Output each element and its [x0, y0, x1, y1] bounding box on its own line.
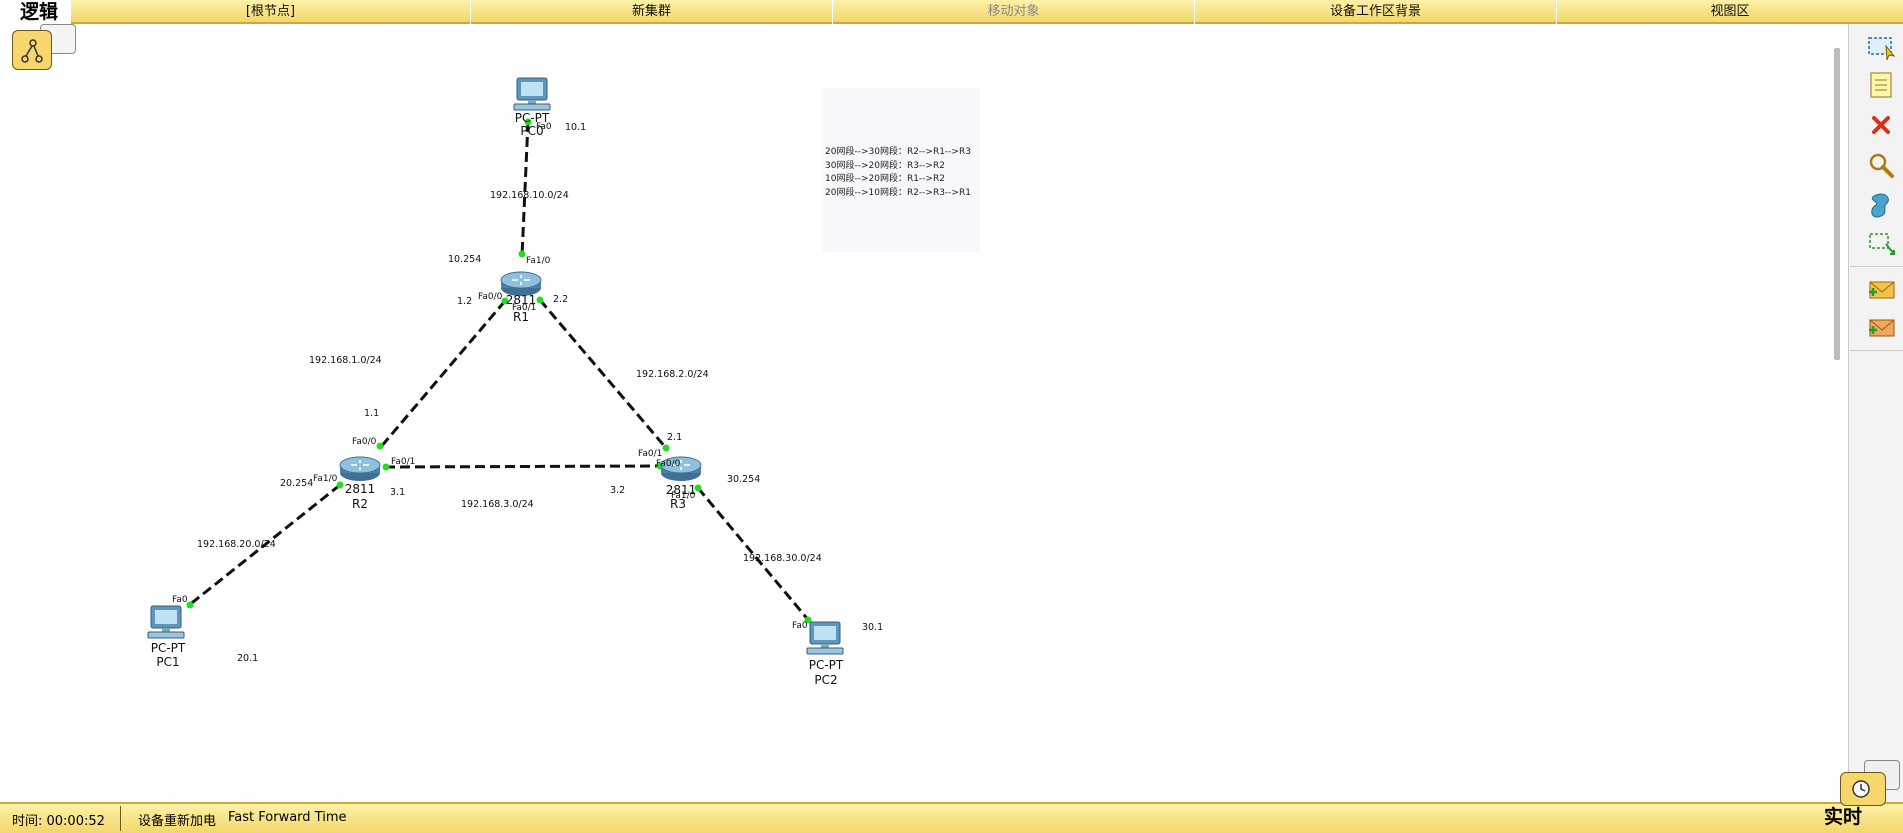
link-pc0-r1[interactable]: [520, 121, 530, 257]
status-divider: [120, 806, 121, 831]
logical-mode-title: 逻辑: [0, 0, 70, 24]
inspect-icon[interactable]: [1866, 150, 1896, 180]
draw-shape-icon[interactable]: [1866, 190, 1896, 220]
delete-icon[interactable]: [1866, 110, 1896, 140]
tool-divider: [1850, 266, 1903, 267]
port-label: Fa0/1: [512, 303, 536, 313]
address-label: 20.1: [237, 653, 258, 664]
top-toolbar: 逻辑 [根节点] 新集群 移动对象 设备工作区背景 视图区: [0, 0, 1903, 24]
realtime-mode-label: 实时: [1823, 806, 1862, 828]
router-icon: [339, 456, 381, 482]
pc-icon: [147, 605, 185, 639]
network-labels: 192.168.10.0/24 192.168.1.0/24 192.168.2…: [197, 190, 822, 564]
pc-icon: [806, 621, 844, 655]
address-label: 30.254: [727, 474, 760, 485]
address-label: 10.254: [448, 254, 481, 265]
new-cluster-button[interactable]: 新集群: [470, 0, 832, 24]
r2-name-label: R2: [352, 497, 368, 511]
workspace-scrollbar[interactable]: [1834, 48, 1840, 360]
pc1[interactable]: PC-PT PC1: [147, 605, 186, 669]
network-label: 192.168.3.0/24: [461, 499, 534, 510]
network-label: 192.168.20.0/24: [197, 539, 276, 550]
note-line: 30网段-->20网段：R3-->R2: [825, 160, 945, 171]
pc2-name-label: PC2: [814, 673, 837, 687]
power-cycle-devices-button[interactable]: 设备重新加电: [138, 810, 216, 829]
port-label: Fa0: [792, 621, 808, 631]
port-label: Fa0/0: [352, 437, 377, 447]
address-label: 1.2: [457, 296, 472, 307]
root-node-button[interactable]: [根节点]: [70, 0, 470, 24]
address-label: 3.2: [610, 485, 625, 496]
status-bar: 时间: 00:00:52 设备重新加电 Fast Forward Time: [0, 802, 1903, 833]
note-icon[interactable]: [1866, 70, 1896, 100]
resize-icon[interactable]: [1866, 228, 1896, 258]
address-label: 3.1: [390, 487, 405, 498]
routing-note[interactable]: 20网段-->30网段：R2-->R1-->R3 30网段-->20网段：R3-…: [822, 88, 980, 252]
note-line: 20网段-->30网段：R2-->R1-->R3: [825, 147, 971, 157]
port-label: Fa1/0: [526, 256, 551, 266]
router-r2[interactable]: 2811 R2: [339, 456, 381, 511]
add-simple-pdu-icon[interactable]: [1866, 275, 1896, 305]
port-label: Fa0/1: [638, 449, 662, 459]
viewport-button[interactable]: 视图区: [1556, 0, 1903, 24]
port-label: Fa1/0: [313, 474, 338, 484]
note-line: 20网段-->10网段：R2-->R3-->R1: [825, 187, 971, 198]
port-label: Fa0/0: [478, 292, 503, 302]
pc1-name-label: PC1: [156, 655, 179, 669]
pc2[interactable]: PC-PT PC2: [806, 621, 844, 687]
address-label: 20.254: [280, 478, 313, 489]
network-label: 192.168.1.0/24: [309, 355, 382, 366]
network-label: 192.168.10.0/24: [490, 190, 569, 201]
address-label: 2.2: [553, 294, 568, 305]
port-label: Fa0/1: [391, 457, 415, 467]
link-r1-r2[interactable]: [378, 300, 507, 449]
port-label: Fa0: [172, 595, 188, 605]
port-label: Fa1/0: [671, 491, 696, 501]
select-icon[interactable]: [1866, 32, 1896, 62]
common-tools-bar: [1848, 24, 1903, 802]
router-r1[interactable]: 2811 R1: [500, 271, 542, 324]
network-label: 192.168.2.0/24: [636, 369, 709, 380]
fast-forward-time-button[interactable]: Fast Forward Time: [228, 810, 346, 825]
simulation-time: 时间: 00:00:52: [12, 814, 105, 829]
tool-divider: [1850, 350, 1903, 351]
pc-icon: [513, 77, 551, 111]
address-label: 1.1: [364, 408, 379, 419]
address-label: 10.1: [565, 122, 586, 133]
workspace-background-button[interactable]: 设备工作区背景: [1194, 0, 1556, 24]
address-label: 30.1: [862, 622, 883, 633]
move-object-button[interactable]: 移动对象: [832, 0, 1194, 24]
pc1-type-label: PC-PT: [151, 641, 186, 655]
add-complex-pdu-icon[interactable]: [1866, 313, 1896, 343]
pc2-type-label: PC-PT: [809, 658, 844, 672]
link-r2-r3[interactable]: [384, 464, 661, 469]
realtime-mode-icon[interactable]: [1840, 772, 1886, 806]
address-label: 2.1: [667, 432, 682, 443]
port-label: Fa0: [536, 122, 552, 132]
port-label: Fa0/0: [656, 459, 681, 469]
network-label: 192.168.30.0/24: [743, 553, 822, 564]
address-labels: 10.1 10.254 1.2 2.2 1.1 20.254 3.1 3.2 2…: [237, 122, 883, 664]
note-line: 10网段-->20网段：R1-->R2: [825, 174, 945, 184]
r2-model-label: 2811: [345, 482, 376, 496]
